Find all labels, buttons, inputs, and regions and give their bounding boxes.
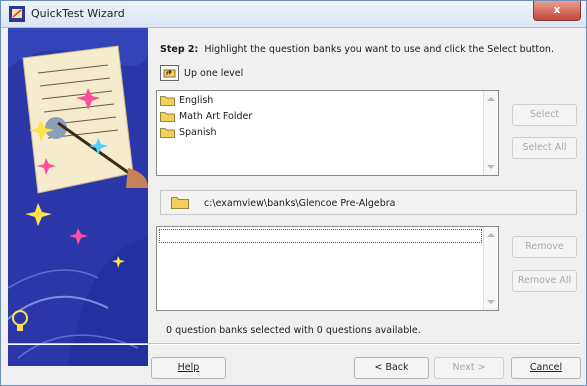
list-item-label: Math Art Folder <box>179 111 253 122</box>
list-item-label: English <box>179 95 214 106</box>
up-one-level-icon[interactable] <box>160 65 179 81</box>
list-item-label: Spanish <box>179 127 217 138</box>
divider <box>8 343 580 345</box>
scroll-down-icon[interactable] <box>487 300 495 304</box>
next-button-label: Next > <box>452 362 486 373</box>
select-all-button[interactable]: Select All <box>512 137 577 159</box>
step-text: Highlight the question banks you want to… <box>204 44 554 55</box>
selected-banks-list[interactable] <box>156 226 499 311</box>
list-scrollbar[interactable] <box>483 227 498 310</box>
remove-all-button[interactable]: Remove All <box>512 270 577 292</box>
title-bar: QuickTest Wizard x <box>1 1 586 28</box>
scroll-up-icon[interactable] <box>487 97 495 101</box>
window-title: QuickTest Wizard <box>31 7 125 20</box>
step-instruction: Step 2: Highlight the question banks you… <box>160 44 554 55</box>
quicktest-app-icon <box>9 6 25 22</box>
step-number: Step 2: <box>160 44 199 55</box>
list-item[interactable]: Math Art Folder <box>160 110 252 124</box>
up-one-level-label[interactable]: Up one level <box>184 68 243 79</box>
status-text: 0 question banks selected with 0 questio… <box>166 325 421 336</box>
list-item[interactable]: English <box>160 94 213 108</box>
wizard-illustration <box>8 28 148 366</box>
folder-icon <box>160 128 175 138</box>
list-scrollbar[interactable] <box>483 91 498 175</box>
back-button-label: < Back <box>374 362 409 373</box>
quicktest-wizard-window: QuickTest Wizard x Step 2: Highlight the… <box>0 0 587 386</box>
question-bank-list[interactable]: English Math Art Folder Spanish <box>156 90 499 176</box>
back-button[interactable]: < Back <box>354 357 429 379</box>
next-button[interactable]: Next > <box>434 357 504 379</box>
folder-icon <box>160 96 175 106</box>
select-button[interactable]: Select <box>512 104 577 126</box>
scroll-up-icon[interactable] <box>487 233 495 237</box>
cancel-button-label: Cancel <box>529 362 563 373</box>
cancel-button[interactable]: Cancel <box>511 357 581 379</box>
folder-icon <box>160 112 175 122</box>
current-path: c:\examview\banks\Glencoe Pre-Algebra <box>204 198 396 209</box>
list-item[interactable]: Spanish <box>160 126 217 140</box>
folder-icon <box>171 197 189 209</box>
close-button[interactable]: x <box>533 1 581 21</box>
help-button[interactable]: Help <box>151 357 226 379</box>
remove-button[interactable]: Remove <box>512 236 577 258</box>
help-button-label: Help <box>177 362 200 373</box>
current-path-bar: c:\examview\banks\Glencoe Pre-Algebra <box>160 190 577 215</box>
scroll-down-icon[interactable] <box>487 165 495 169</box>
focus-rectangle <box>159 229 482 243</box>
